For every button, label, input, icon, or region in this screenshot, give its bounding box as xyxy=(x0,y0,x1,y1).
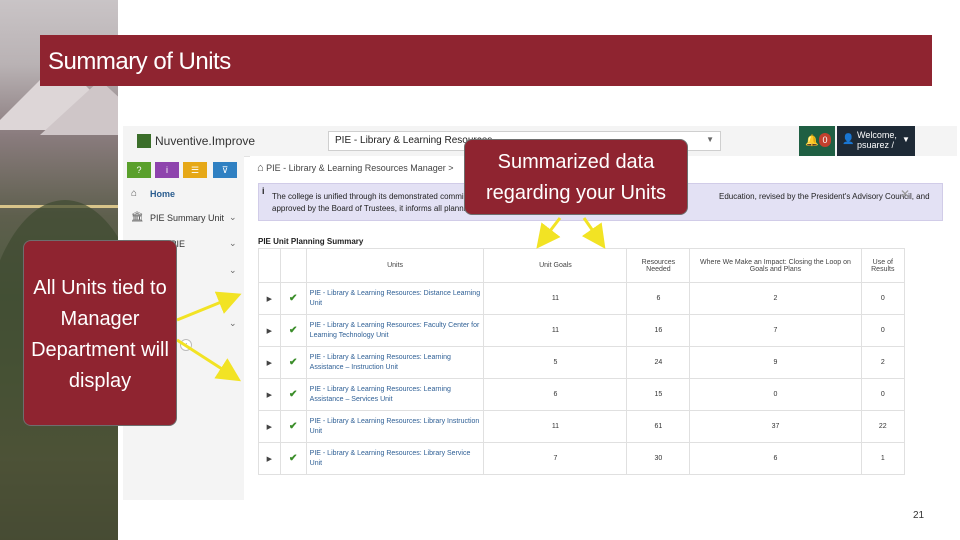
table-header-row: Units Unit Goals Resources Needed Where … xyxy=(258,248,906,283)
sidebar-item-home[interactable]: ⌂ Home xyxy=(123,182,244,206)
expand-row-icon[interactable]: ▶ xyxy=(258,410,281,443)
unit-goals-count: 11 xyxy=(483,282,628,315)
check-icon: ✔ xyxy=(279,282,307,315)
unit-name-link[interactable]: PIE - Library & Learning Resources: Libr… xyxy=(305,442,485,475)
unit-name-link[interactable]: PIE - Library & Learning Resources: Libr… xyxy=(305,410,485,443)
use-of-results-count: 1 xyxy=(860,442,906,475)
slide-number: 21 xyxy=(913,510,925,521)
info-button[interactable]: i xyxy=(155,162,179,178)
table-row[interactable]: ▶ ✔ PIE - Library & Learning Resources: Di… xyxy=(258,282,906,315)
chevron-down-icon: ⌄ xyxy=(229,318,237,328)
use-of-results-count: 0 xyxy=(860,378,906,411)
impact-count: 7 xyxy=(689,314,862,347)
logo-icon xyxy=(137,134,151,148)
header-status xyxy=(279,248,307,283)
use-of-results-count: 0 xyxy=(860,314,906,347)
unit-name-link[interactable]: PIE - Library & Learning Resources: Dist… xyxy=(305,282,485,315)
impact-count: 2 xyxy=(689,282,862,315)
unit-goals-count: 11 xyxy=(483,314,628,347)
resources-needed-count: 15 xyxy=(626,378,691,411)
sidebar-item-label: Home xyxy=(150,189,176,199)
section-title: PIE Unit Planning Summary xyxy=(258,237,364,246)
collapse-sidebar-button[interactable]: ‹ xyxy=(180,339,192,351)
breadcrumb-separator: > xyxy=(448,163,454,173)
header-impact[interactable]: Where We Make an Impact: Closing the Loo… xyxy=(689,248,862,283)
sidebar-item-label: PIE Summary Unit xyxy=(150,213,225,223)
user-icon: 👤 xyxy=(842,134,855,145)
impact-count: 37 xyxy=(689,410,862,443)
check-icon: ✔ xyxy=(279,410,307,443)
impact-count: 6 xyxy=(689,442,862,475)
impact-count: 0 xyxy=(689,378,862,411)
resources-needed-count: 61 xyxy=(626,410,691,443)
alert-text: The college is unified through its demon… xyxy=(272,192,464,201)
check-icon: ✔ xyxy=(279,314,307,347)
header-units[interactable]: Units xyxy=(305,248,485,283)
alert-text: approved by the Board of Trustees, it in… xyxy=(272,204,475,213)
welcome-text: Welcome, psuarez / xyxy=(857,130,897,150)
use-of-results-count: 0 xyxy=(860,282,906,315)
close-icon[interactable]: ✕ xyxy=(900,187,910,201)
chevron-down-icon: ▼ xyxy=(706,135,714,144)
header-unit-goals[interactable]: Unit Goals xyxy=(483,248,628,283)
header-resources-needed[interactable]: Resources Needed xyxy=(626,248,691,283)
use-of-results-count: 22 xyxy=(860,410,906,443)
impact-count: 9 xyxy=(689,346,862,379)
chevron-down-icon: ⌄ xyxy=(229,291,237,301)
check-icon: ✔ xyxy=(279,378,307,411)
use-of-results-count: 2 xyxy=(860,346,906,379)
units-table: Units Unit Goals Resources Needed Where … xyxy=(258,248,906,475)
institution-icon: 🏛 xyxy=(131,212,144,223)
unit-name-link[interactable]: PIE - Library & Learning Resources: Lear… xyxy=(305,378,485,411)
header-use-of-results[interactable]: Use of Results xyxy=(860,248,906,283)
unit-goals-count: 6 xyxy=(483,378,628,411)
callout-all-units: All Units tied to Manager Department wil… xyxy=(23,240,177,426)
unit-goals-count: 7 xyxy=(483,442,628,475)
table-row[interactable]: ▶ ✔ PIE - Library & Learning Resources: Li… xyxy=(258,442,906,475)
resources-needed-count: 24 xyxy=(626,346,691,379)
user-menu[interactable]: 👤 Welcome, psuarez / ▼ xyxy=(837,126,915,156)
expand-row-icon[interactable]: ▶ xyxy=(258,282,281,315)
unit-goals-count: 5 xyxy=(483,346,628,379)
menu-button[interactable]: ☰ xyxy=(183,162,207,178)
expand-row-icon[interactable]: ▶ xyxy=(258,442,281,475)
info-icon: i xyxy=(262,186,265,196)
app-logo[interactable]: Nuventive.Improve xyxy=(155,134,255,148)
resources-needed-count: 16 xyxy=(626,314,691,347)
resources-needed-count: 30 xyxy=(626,442,691,475)
alert-text: Education, revised by the President's Ad… xyxy=(719,192,930,201)
check-icon: ✔ xyxy=(279,346,307,379)
notifications-button[interactable]: 🔔 0 xyxy=(799,126,835,156)
breadcrumb: ⌂ PIE - Library & Learning Resources Man… xyxy=(257,162,454,174)
chevron-down-icon: ⌄ xyxy=(229,212,237,222)
table-row[interactable]: ▶ ✔ PIE - Library & Learning Resources: Fa… xyxy=(258,314,906,347)
chevron-down-icon: ⌄ xyxy=(229,265,237,275)
mountain-shape xyxy=(40,80,118,135)
expand-row-icon[interactable]: ▶ xyxy=(258,378,281,411)
notification-count: 0 xyxy=(819,133,831,147)
filter-button[interactable]: ⊽ xyxy=(213,162,237,178)
expand-row-icon[interactable]: ▶ xyxy=(258,346,281,379)
check-icon: ✔ xyxy=(279,442,307,475)
slide-title-bar: Summary of Units xyxy=(40,35,932,86)
sidebar-item-pie-summary[interactable]: 🏛 PIE Summary Unit ⌄ xyxy=(123,206,244,230)
resources-needed-count: 6 xyxy=(626,282,691,315)
unit-name-link[interactable]: PIE - Library & Learning Resources: Facu… xyxy=(305,314,485,347)
home-icon: ⌂ xyxy=(131,188,138,199)
help-button[interactable]: ? xyxy=(127,162,151,178)
callout-summarized-data: Summarized data regarding your Units xyxy=(464,139,688,215)
table-row[interactable]: ▶ ✔ PIE - Library & Learning Resources: Li… xyxy=(258,410,906,443)
expand-row-icon[interactable]: ▶ xyxy=(258,314,281,347)
breadcrumb-item[interactable]: PIE - Library & Learning Resources Manag… xyxy=(266,163,446,173)
chevron-down-icon: ▼ xyxy=(902,135,910,144)
unit-name-link[interactable]: PIE - Library & Learning Resources: Lear… xyxy=(305,346,485,379)
table-row[interactable]: ▶ ✔ PIE - Library & Learning Resources: Le… xyxy=(258,378,906,411)
chevron-down-icon: ⌄ xyxy=(229,238,237,248)
bell-icon: 🔔 xyxy=(805,135,819,147)
home-icon[interactable]: ⌂ xyxy=(257,162,264,174)
header-expand xyxy=(258,248,281,283)
unit-goals-count: 11 xyxy=(483,410,628,443)
table-row[interactable]: ▶ ✔ PIE - Library & Learning Resources: Le… xyxy=(258,346,906,379)
slide-title: Summary of Units xyxy=(48,48,231,75)
